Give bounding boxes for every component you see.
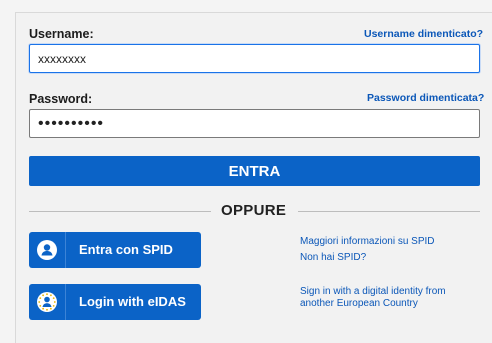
password-forgot-link[interactable]: Password dimenticata?: [367, 92, 484, 104]
spid-info-link[interactable]: Maggiori informazioni su SPID: [300, 235, 435, 248]
username-forgot-link[interactable]: Username dimenticato?: [364, 28, 483, 40]
spid-login-button[interactable]: Entra con SPID: [29, 232, 201, 268]
eidas-login-button[interactable]: Login with eIDAS: [29, 284, 201, 320]
eidas-button-label: Login with eIDAS: [79, 294, 186, 309]
divider-line-right: [298, 211, 480, 212]
password-input[interactable]: [29, 109, 480, 138]
password-label: Password:: [29, 92, 93, 106]
username-label: Username:: [29, 27, 94, 41]
user-icon: [37, 240, 57, 260]
clipped-heading-fragment: [205, 0, 275, 6]
eidas-button-separator: [65, 284, 66, 320]
spid-button-label: Entra con SPID: [79, 242, 173, 257]
no-spid-link[interactable]: Non hai SPID?: [300, 251, 366, 264]
eidas-info-link-line2[interactable]: another European Country: [300, 297, 418, 310]
eu-stars-icon: [37, 292, 57, 312]
username-input[interactable]: [29, 44, 480, 73]
entra-button[interactable]: ENTRA: [29, 156, 480, 186]
divider-line-left: [29, 211, 211, 212]
divider-label: OPPURE: [221, 202, 287, 219]
spid-button-separator: [65, 232, 66, 268]
